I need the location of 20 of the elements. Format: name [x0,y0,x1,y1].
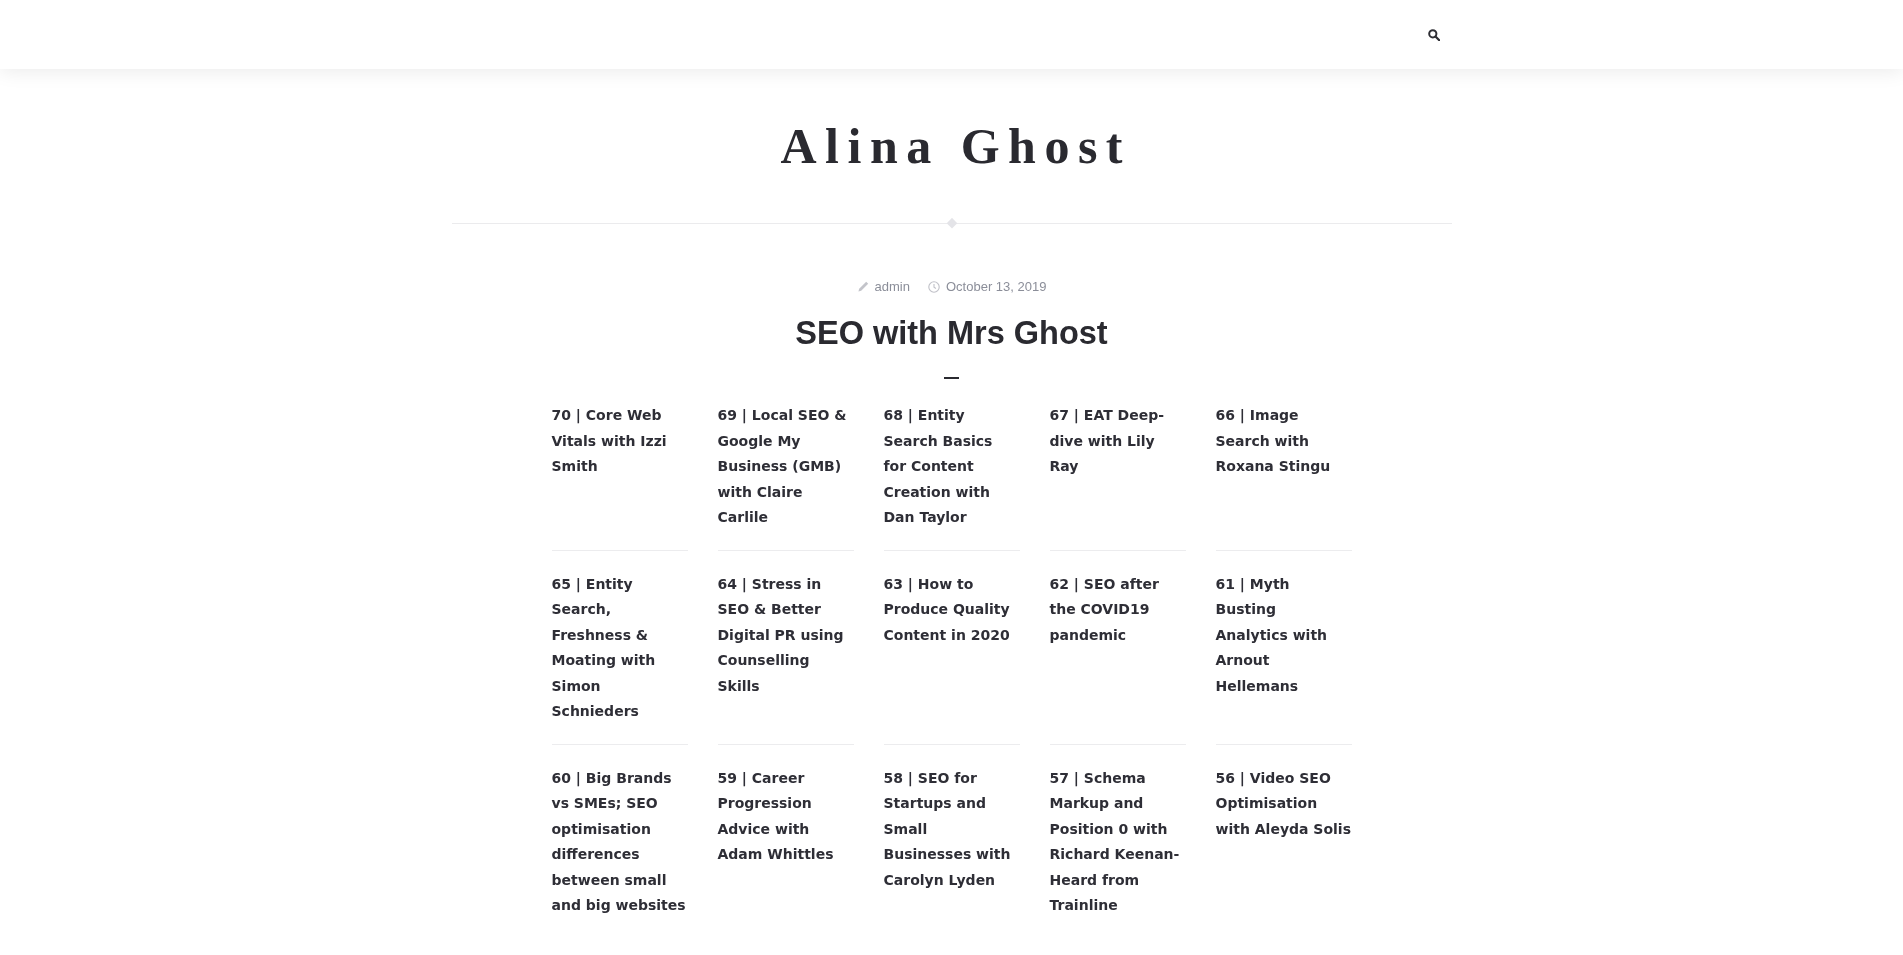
episode-link[interactable]: 61 | Myth Busting Analytics with Arnout Hellemans [1215,571,1352,699]
episode-link[interactable]: 67 | EAT Deep-dive with Lily Ray [1049,403,1186,480]
episode-link[interactable]: 59 | Career Progression Advice with Adam Whittles [717,765,854,868]
episode-link[interactable]: 65 | Entity Search, Freshness & Moating with Simon Schnieders [551,571,688,725]
post-title: SEO with Mrs Ghost [795,314,1108,353]
episode-link[interactable]: 66 | Image Search with Roxana Stingu [1215,403,1352,480]
episode-link[interactable]: 58 | SEO for Startups and Small Businesses with Carolyn Lyden [883,765,1020,893]
site-title[interactable]: Alina Ghost [772,119,1131,173]
episode-link[interactable]: 62 | SEO after the COVID19 pandemic [1049,571,1186,648]
clock-icon [927,281,940,293]
episode-link[interactable]: 68 | Entity Search Basics for Content Creation with Dan Taylor [883,403,1020,531]
episode-link[interactable]: 60 | Big Brands vs SMEs; SEO optimisation differences between small and big websites [551,765,688,919]
pencil-icon [856,281,869,293]
episode-link[interactable]: 64 | Stress in SEO & Better Digital PR using Counselling Skills [717,571,854,699]
episode-link[interactable]: 63 | How to Produce Quality Content in 2020 [883,571,1020,648]
episode-link[interactable]: 57 | Schema Markup and Position 0 with Richard Keenan-Heard from Trainline [1049,765,1186,919]
search-icon[interactable] [1427,28,1440,41]
episode-link[interactable]: 69 | Local SEO & Google My Business (GMB) with Claire Carlile [717,403,854,531]
episode-link[interactable]: 70 | Core Web Vitals with Izzi Smith [551,403,688,480]
episode-link[interactable]: 56 | Video SEO Optimisation with Aleyda Solis [1215,765,1352,842]
